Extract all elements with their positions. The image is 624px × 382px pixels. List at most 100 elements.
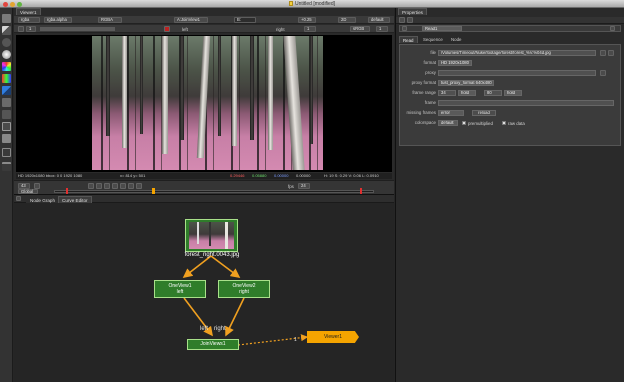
view-left-label[interactable]: left <box>182 27 188 32</box>
time-tool-icon[interactable] <box>2 38 11 47</box>
view-mode-dropdown[interactable]: 2D <box>338 17 356 23</box>
proxy-dropdown[interactable]: 1 <box>304 26 316 32</box>
lock-properties-icon[interactable] <box>399 17 405 23</box>
missing-frames-dropdown[interactable]: error <box>438 110 464 116</box>
file-path-field[interactable]: /Volumes/Timeout/Nuke/footage/forest/for… <box>438 50 596 56</box>
proxy-path-field[interactable] <box>438 70 596 76</box>
oneview1-view: left <box>176 289 184 295</box>
frame-start-field[interactable]: 34 <box>438 90 456 96</box>
merge-tool-icon[interactable] <box>2 98 11 107</box>
frame-expression-field[interactable] <box>438 100 614 106</box>
oneview2-node[interactable]: OneView2 right <box>218 280 270 298</box>
last-frame-button[interactable] <box>136 183 142 189</box>
channel-tool-icon[interactable] <box>2 50 11 59</box>
wipe-dropdown[interactable]: B: <box>234 17 256 23</box>
oneview2-view: right <box>239 289 249 295</box>
frame-start-mode-dropdown[interactable]: hold <box>458 90 476 96</box>
metadata-tool-icon[interactable] <box>2 148 11 157</box>
play-forward-button[interactable] <box>120 183 126 189</box>
play-backward-button[interactable] <box>104 183 110 189</box>
input-a-dropdown[interactable]: A:JoinView1 <box>174 17 208 23</box>
collapse-node-icon[interactable] <box>402 26 407 31</box>
missing-frames-row: missing frames error reload <box>400 109 622 117</box>
alpha-channel-dropdown[interactable]: rgba.alpha <box>44 17 72 23</box>
step-back-button[interactable] <box>96 183 102 189</box>
viewer-input-number: 1 <box>294 337 297 343</box>
frame-end-field[interactable]: 80 <box>484 90 502 96</box>
forest-image <box>92 36 323 170</box>
file-reload-icon[interactable] <box>608 50 614 56</box>
view-right-label[interactable]: right <box>276 27 285 32</box>
colorspace-dropdown[interactable]: default <box>438 120 458 126</box>
first-frame-button[interactable] <box>88 183 94 189</box>
filter-tool-icon[interactable] <box>2 74 11 83</box>
left-toolbar <box>0 8 13 382</box>
proxy-format-row: proxy format tust_proxy_format 640x480 <box>400 79 622 87</box>
tab-read[interactable]: Read <box>399 36 418 43</box>
blue-value: 0.00000 <box>274 173 289 178</box>
cursor-coords: x= 814 y= 501 <box>120 173 146 178</box>
properties-tab[interactable]: Properties <box>398 8 427 15</box>
timeline-bar: 43 fps 24 Global <box>14 180 394 195</box>
alpha-value: 0.00000 <box>296 173 311 178</box>
viewer1-node[interactable]: Viewer1 <box>307 331 359 343</box>
layer-dropdown[interactable]: rgba <box>18 17 40 23</box>
raw-data-checkbox[interactable] <box>502 121 506 125</box>
frame-end-mode-dropdown[interactable]: hold <box>504 90 522 96</box>
frame-row: frame <box>400 99 622 107</box>
color-pick-button[interactable] <box>164 26 170 32</box>
fps-label: fps <box>288 184 294 189</box>
frame-field[interactable]: 1 <box>26 26 36 32</box>
reload-button[interactable]: reload <box>472 110 496 116</box>
gain-field[interactable]: +0.25 <box>298 17 316 23</box>
proxy-format-dropdown[interactable]: tust_proxy_format 640x480 <box>438 80 494 86</box>
max-panels-icon[interactable] <box>407 17 413 23</box>
transform-tool-icon[interactable] <box>2 110 11 119</box>
timeline-scrubber[interactable] <box>54 190 374 193</box>
tab-sequence[interactable]: Sequence <box>420 36 446 43</box>
read-node-label: forest_right.0043.jpg <box>184 252 240 258</box>
color-tool-icon[interactable] <box>2 62 11 71</box>
read-settings-panel: file /Volumes/Timeout/Nuke/footage/fores… <box>399 44 621 146</box>
close-node-icon[interactable] <box>610 26 615 31</box>
viewer-tab[interactable]: Viewer1 <box>16 8 41 15</box>
node-header: Read1 <box>399 25 621 32</box>
joinviews1-node[interactable]: JoinViews1 <box>187 339 239 350</box>
left-input-label: left <box>200 326 209 332</box>
viewer-status-bar: HD 1920x1080 bbox: 0 0 1920 1080 x= 814 … <box>16 173 392 179</box>
draw-tool-icon[interactable] <box>2 26 11 35</box>
node-name-field[interactable]: Read1 <box>422 26 462 31</box>
display-channels-dropdown[interactable]: RGBA <box>98 17 122 23</box>
viewer-controls-bottom: 1 left right 1 sRGB 1 <box>14 25 394 33</box>
green-value: 0.05880 <box>252 173 267 178</box>
tab-node[interactable]: Node <box>448 36 465 43</box>
oneview1-node[interactable]: OneView1 left <box>154 280 206 298</box>
keyer-tool-icon[interactable] <box>2 86 11 95</box>
pause-button[interactable] <box>18 26 24 32</box>
premultiplied-checkbox[interactable] <box>462 121 466 125</box>
lut-dropdown[interactable]: default <box>368 17 390 23</box>
right-input-label: right <box>214 326 226 332</box>
read-node[interactable] <box>185 219 238 252</box>
red-value: 0.29446 <box>230 173 245 178</box>
window-title: Untitled [modified] <box>0 1 624 7</box>
stop-button[interactable] <box>112 183 118 189</box>
fps-field[interactable]: 24 <box>298 183 310 189</box>
zoom-dropdown[interactable]: 1 <box>376 26 388 32</box>
raw-data-label: raw data <box>508 120 525 126</box>
other-tool-icon[interactable] <box>2 162 11 171</box>
views-tool-icon[interactable] <box>2 134 11 143</box>
viewer-image-area[interactable] <box>16 35 392 172</box>
image-tool-icon[interactable] <box>2 14 11 23</box>
colorspace-row: colorspace default premultiplied raw dat… <box>414 120 525 126</box>
gain-slider[interactable] <box>40 27 115 31</box>
colorspace-dropdown[interactable]: sRGB <box>350 26 370 32</box>
properties-pane: Properties Read1 Read Sequence Node file… <box>395 8 624 382</box>
format-info: HD 1920x1080 bbox: 0 0 1920 1080 <box>18 173 83 178</box>
proxy-browse-icon[interactable] <box>600 70 606 76</box>
step-forward-button[interactable] <box>128 183 134 189</box>
format-dropdown[interactable]: HD 1920x1080 <box>438 60 472 66</box>
file-browse-icon[interactable] <box>600 50 606 56</box>
node-graph-pane[interactable]: Node Graph Curve Editor forest_right.004… <box>14 194 394 382</box>
3d-tool-icon[interactable] <box>2 122 11 131</box>
